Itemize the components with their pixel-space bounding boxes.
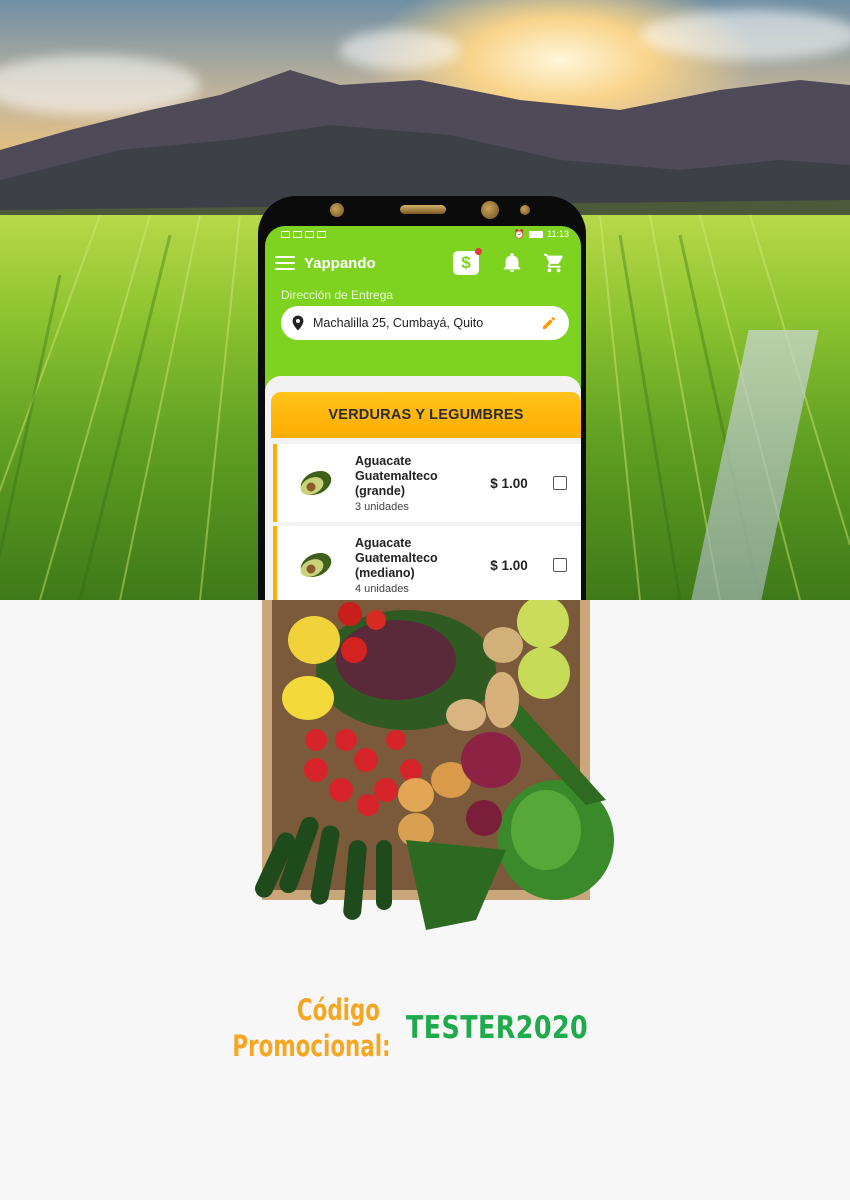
pencil-icon[interactable] [541,315,557,331]
hamburger-icon[interactable] [275,256,295,270]
promo-code-value[interactable]: TESTER2020 [406,1010,588,1046]
product-item[interactable]: Aguacate Guatemalteco (mediano) 4 unidad… [273,526,581,600]
product-units: 4 unidades [355,582,409,595]
front-camera [481,201,499,219]
phone-speaker [400,205,446,214]
bell-icon[interactable] [501,252,523,274]
battery-icon [529,230,544,238]
product-name: Aguacate Guatemalteco (grande) [355,453,438,498]
phone-top-bezel [258,196,586,226]
product-info: Aguacate Guatemalteco (mediano) 4 unidad… [355,536,479,595]
product-name: Aguacate Guatemalteco (mediano) [355,535,438,580]
phone-screen: ⏰ 11:13 Yappando $ Dirección de Entrega … [265,226,581,600]
address-label: Dirección de Entrega [281,288,394,302]
address-value: Machalilla 25, Cumbayá, Quito [313,316,484,330]
pin-icon [292,315,304,331]
proximity-sensor [520,205,530,215]
camera-sensor [330,203,344,217]
notification-icon [281,230,290,238]
app-title: Yappando [304,254,376,272]
status-icons-right: ⏰ 11:13 [514,229,569,240]
category-header[interactable]: VERDURAS Y LEGUMBRES [271,392,581,438]
signal-icon [293,230,302,238]
status-time: 11:13 [547,229,569,239]
product-item[interactable]: Aguacate Guatemalteco (grande) 3 unidade… [273,444,581,522]
app-icon [317,230,326,238]
product-price: $ 1.00 [490,475,528,491]
avocado-image [287,455,343,511]
address-field[interactable]: Machalilla 25, Cumbayá, Quito [281,306,569,340]
product-info: Aguacate Guatemalteco (grande) 3 unidade… [355,454,479,513]
product-price: $ 1.00 [490,557,528,573]
notification-dot [475,248,482,255]
message-icon [305,230,314,238]
avocado-image [287,537,343,593]
status-icons-left [281,230,326,238]
alarm-icon: ⏰ [513,228,526,239]
cart-icon[interactable] [543,252,565,274]
phone-mockup: ⏰ 11:13 Yappando $ Dirección de Entrega … [258,196,586,600]
product-units: 3 unidades [355,500,409,513]
produce-box-image [255,600,614,930]
product-checkbox[interactable] [553,558,567,572]
app-bar: Yappando $ [265,242,581,284]
promo-code-label: Código Promocional: [232,993,391,1063]
product-checkbox[interactable] [553,476,567,490]
dollar-icon[interactable]: $ [453,248,482,275]
product-list-panel: VERDURAS Y LEGUMBRES Aguacate Guatemalte… [265,376,581,600]
status-bar: ⏰ 11:13 [265,226,581,242]
